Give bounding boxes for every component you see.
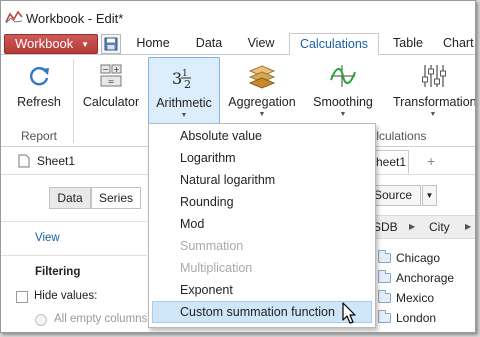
menu-item-natural-logarithm[interactable]: Natural logarithm (152, 169, 372, 191)
source-dropdown-button[interactable]: ▼ (422, 185, 437, 206)
chevron-down-icon: ▼ (258, 111, 266, 118)
tree-item-label: Chicago (396, 251, 441, 265)
menu-item-multiplication: Multiplication (180, 261, 253, 275)
crumb-city[interactable]: City (429, 216, 450, 238)
refresh-label: Refresh (17, 95, 61, 109)
sliders-icon (422, 65, 446, 87)
hide-values-label: Hide values: (34, 290, 98, 302)
tab-chart[interactable]: Chart (443, 33, 475, 55)
calculator-icon: − + = (100, 64, 122, 87)
tab-table[interactable]: Table (385, 33, 431, 55)
tab-home[interactable]: Home (129, 33, 177, 55)
filtering-heading: Filtering (35, 266, 81, 278)
hide-values-checkbox[interactable] (16, 291, 28, 303)
sheet-name[interactable]: Sheet1 (37, 154, 75, 168)
transformations-label: Transformations (393, 95, 476, 109)
refresh-icon (30, 67, 49, 86)
smoothing-button[interactable]: Smoothing ▼ (309, 57, 377, 123)
workbook-menu-button[interactable]: Workbook ▼ (4, 34, 98, 54)
segment-series[interactable]: Series (91, 187, 141, 209)
svg-text:−: − (102, 65, 109, 74)
workbook-button-label: Workbook (15, 36, 74, 51)
chevron-down-icon: ▼ (425, 191, 434, 200)
chevron-right-icon: ▶ (409, 222, 416, 231)
tab-data[interactable]: Data (187, 33, 231, 55)
app-window: Workbook - Edit* Workbook ▼ Home Data Vi… (0, 0, 476, 333)
aggregation-label: Aggregation (228, 95, 296, 109)
folder-icon (378, 290, 391, 303)
group-separator (73, 59, 74, 143)
menu-item-logarithm[interactable]: Logarithm (152, 147, 372, 169)
tab-view[interactable]: View (239, 33, 283, 55)
chevron-down-icon: ▼ (429, 111, 437, 118)
smoothing-label: Smoothing (313, 95, 373, 109)
title-bar: Workbook - Edit* (1, 1, 475, 33)
divider (1, 255, 147, 256)
group-label-report: Report (21, 129, 58, 143)
arithmetic-icon: 3 1 2 (172, 69, 191, 90)
app-logo-icon (5, 10, 23, 24)
menu-item-exponent[interactable]: Exponent (152, 279, 372, 301)
menu-item-summation: Summation (180, 239, 244, 253)
menu-item-rounding[interactable]: Rounding (152, 191, 372, 213)
save-button[interactable] (101, 34, 121, 54)
ribbon-tab-strip: Workbook ▼ Home Data View Calculations T… (1, 33, 475, 56)
chevron-down-icon: ▼ (180, 112, 188, 119)
tab-calculations[interactable]: Calculations (289, 33, 379, 56)
tree-item-label: Anchorage (396, 271, 455, 285)
sheet-icon (18, 154, 30, 168)
smoothing-icon (330, 65, 356, 87)
tree-item-label: Mexico (396, 291, 435, 305)
folder-icon (378, 270, 391, 283)
segment-data[interactable]: Data (49, 187, 91, 209)
source-button[interactable]: Source (369, 185, 421, 206)
group-label-calculations: Calculations (369, 129, 449, 143)
menu-item-custom-summation-function[interactable]: Custom summation function (152, 301, 372, 323)
dimension-breadcrumb: SDB ▶ City ▶ (369, 215, 475, 239)
crumb-sdb[interactable]: SDB (373, 216, 398, 238)
view-link[interactable]: View (35, 232, 60, 244)
svg-text:=: = (108, 77, 115, 86)
arithmetic-button[interactable]: 3 1 2 Arithmetic ▼ (148, 57, 220, 124)
aggregation-button[interactable]: Aggregation ▼ (227, 57, 297, 123)
mouse-cursor-icon (342, 302, 356, 324)
add-sheet-icon[interactable]: + (427, 153, 435, 169)
floppy-disk-icon (104, 37, 118, 51)
chevron-down-icon: ▼ (81, 40, 89, 49)
arithmetic-label: Arithmetic (156, 96, 212, 110)
calculations-text: Calculations (369, 129, 427, 143)
divider (1, 221, 147, 222)
svg-text:+: + (113, 65, 120, 74)
menu-item-mod[interactable]: Mod (152, 213, 372, 235)
svg-text:3: 3 (172, 69, 182, 88)
all-empty-columns-label: All empty columns (54, 313, 148, 325)
folder-icon (378, 310, 391, 323)
calculator-label: Calculator (82, 95, 140, 109)
arithmetic-menu: Absolute value Logarithm Natural logarit… (148, 123, 376, 328)
all-empty-columns-radio[interactable] (35, 314, 47, 326)
transformations-button[interactable]: Transformations ▼ (389, 57, 476, 123)
chevron-right-icon: ▶ (465, 222, 472, 231)
aggregation-icon (248, 65, 276, 89)
tree-item-label: London (396, 311, 437, 325)
folder-icon (378, 250, 391, 263)
svg-text:2: 2 (184, 78, 191, 90)
window-title: Workbook - Edit* (26, 11, 124, 26)
menu-item-absolute-value[interactable]: Absolute value (152, 125, 372, 147)
chevron-down-icon: ▼ (339, 111, 347, 118)
calculator-button[interactable]: − + = Calculator (81, 57, 141, 123)
refresh-button[interactable]: Refresh (13, 57, 65, 123)
